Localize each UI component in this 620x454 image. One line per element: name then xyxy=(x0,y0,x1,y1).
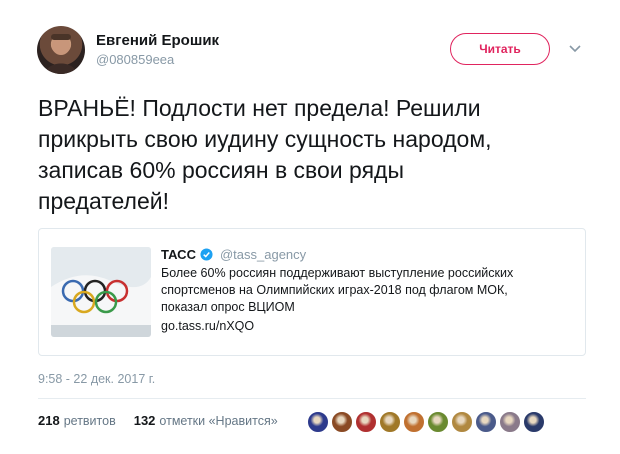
avatar-image xyxy=(45,34,77,74)
quoted-author-handle: @tass_agency xyxy=(219,247,307,262)
tweet-text: ВРАНЬЁ! Подлости нет предела! Решили при… xyxy=(38,95,492,214)
retweet-label[interactable]: ретвитов xyxy=(64,414,116,428)
liker-avatar-4[interactable] xyxy=(378,410,402,434)
quoted-author[interactable]: ТАСС @tass_agency xyxy=(161,247,306,262)
verified-badge-icon xyxy=(200,248,213,261)
quoted-tweet-link[interactable]: go.tass.ru/nXQO xyxy=(161,319,254,333)
user-avatar[interactable] xyxy=(37,26,85,74)
quoted-tweet-card[interactable]: ТАСС @tass_agency Более 60% россиян подд… xyxy=(38,228,586,356)
quoted-author-name: ТАСС xyxy=(161,247,196,262)
follow-button[interactable]: Читать xyxy=(450,33,550,65)
user-display-name[interactable]: Евгений Ерошик xyxy=(96,32,219,49)
tweet-stats: 218 ретвитов 132 отметки «Нравится» xyxy=(38,413,278,428)
liker-avatar-7[interactable] xyxy=(450,410,474,434)
liker-avatar-8[interactable] xyxy=(474,410,498,434)
liker-avatar-1[interactable] xyxy=(306,410,330,434)
liker-avatar-2[interactable] xyxy=(330,410,354,434)
quoted-tweet-text: Более 60% россиян поддерживают выступлен… xyxy=(161,266,514,314)
liker-avatar-10[interactable] xyxy=(522,410,546,434)
liker-avatars xyxy=(306,410,546,434)
like-count[interactable]: 132 xyxy=(134,413,156,428)
olympic-flag-image xyxy=(51,247,151,337)
chevron-down-icon[interactable] xyxy=(568,44,582,54)
like-label[interactable]: отметки «Нравится» xyxy=(159,414,277,428)
liker-avatar-6[interactable] xyxy=(426,410,450,434)
liker-avatar-5[interactable] xyxy=(402,410,426,434)
user-handle[interactable]: @080859eea xyxy=(96,52,174,67)
liker-avatar-3[interactable] xyxy=(354,410,378,434)
divider xyxy=(38,398,586,399)
retweet-count[interactable]: 218 xyxy=(38,413,60,428)
tweet-timestamp[interactable]: 9:58 - 22 дек. 2017 г. xyxy=(38,372,155,386)
quoted-tweet-image xyxy=(51,247,151,337)
liker-avatar-9[interactable] xyxy=(498,410,522,434)
